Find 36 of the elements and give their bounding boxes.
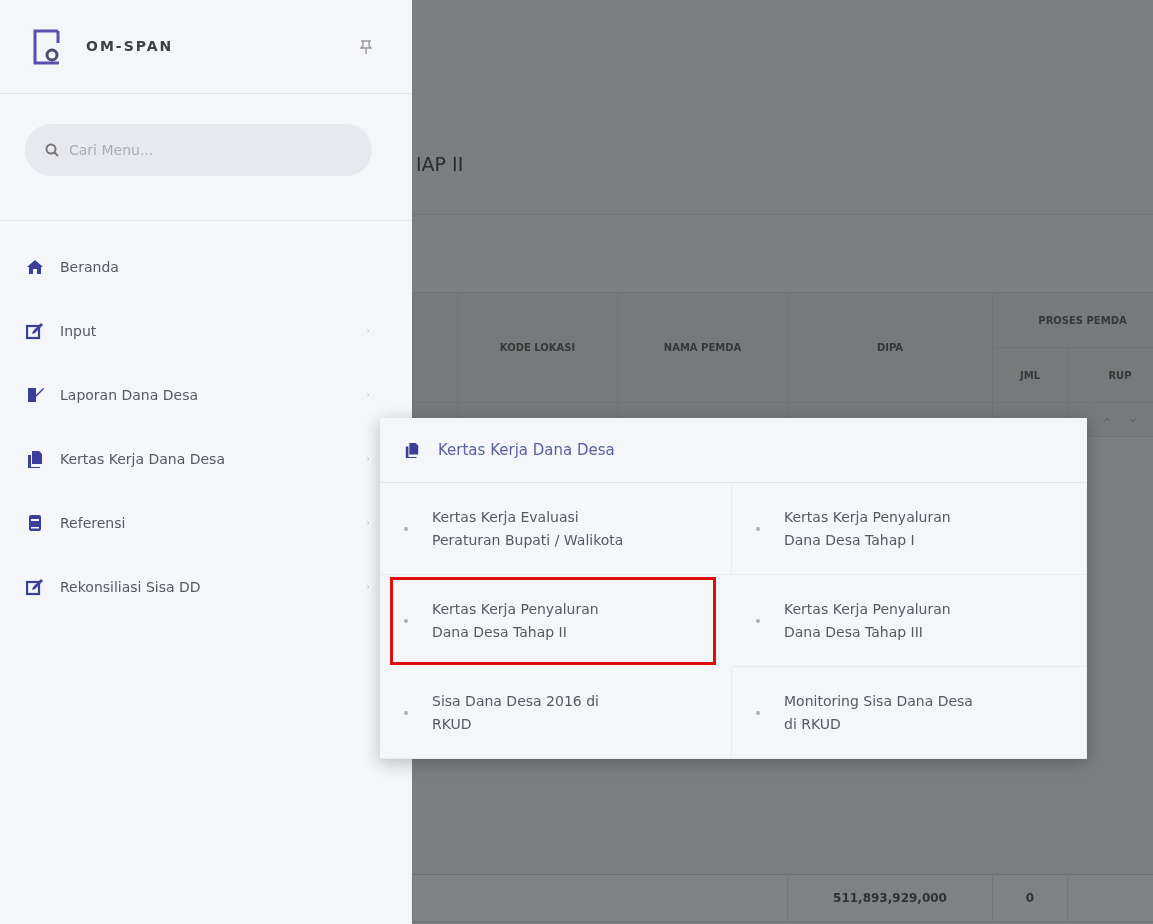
column-header: KODE LOKASI <box>457 292 618 403</box>
search-field[interactable]: Cari Menu... <box>25 124 372 176</box>
submenu-item[interactable]: Kertas Kerja Evaluasi Peraturan Bupati / Walikota <box>380 483 732 575</box>
bullet-icon <box>404 710 408 715</box>
logo-icon <box>32 28 62 65</box>
edit-icon <box>26 578 44 596</box>
total-value: 511,893,929,000 <box>833 890 947 907</box>
submenu-item[interactable]: Kertas Kerja Penyaluran Dana Desa Tahap I <box>732 483 1087 575</box>
copy-icon <box>26 450 44 468</box>
column-header: JML <box>992 347 1068 403</box>
bullet-icon <box>404 618 408 623</box>
submenu-item[interactable]: Kertas Kerja Penyaluran Dana Desa Tahap III <box>732 575 1087 667</box>
bullet-icon <box>756 618 760 623</box>
sidebar-item[interactable]: Laporan Dana Desa <box>0 363 412 427</box>
home-icon <box>26 258 44 276</box>
column-header: RUP <box>1067 347 1153 403</box>
column-header: PROSES PEMDA <box>992 292 1153 348</box>
sidebar-item[interactable]: Beranda <box>0 235 412 299</box>
pin-icon[interactable] <box>360 39 372 54</box>
bullet-icon <box>756 710 760 715</box>
app-title: OM-SPAN <box>86 37 175 56</box>
total-value: 0 <box>1025 890 1035 907</box>
copy-icon <box>404 442 420 458</box>
page-title: IAP II <box>416 153 464 176</box>
submenu-title: Kertas Kerja Dana Desa <box>438 439 615 461</box>
bullet-icon <box>404 526 408 531</box>
column-header: NAMA PEMDA <box>617 292 788 403</box>
bullet-icon <box>756 526 760 531</box>
submenu-item[interactable]: Sisa Dana Desa 2016 di RKUD <box>380 667 732 759</box>
submenu-item[interactable]: Monitoring Sisa Dana Desa di RKUD <box>732 667 1087 759</box>
submenu-item[interactable]: Kertas Kerja Penyaluran Dana Desa Tahap II <box>390 577 716 665</box>
book-icon <box>26 514 44 532</box>
edit-icon <box>26 322 44 340</box>
sidebar-item[interactable]: Input <box>0 299 412 363</box>
column-header: DIPA <box>787 292 993 403</box>
document-edit-icon <box>26 386 44 404</box>
